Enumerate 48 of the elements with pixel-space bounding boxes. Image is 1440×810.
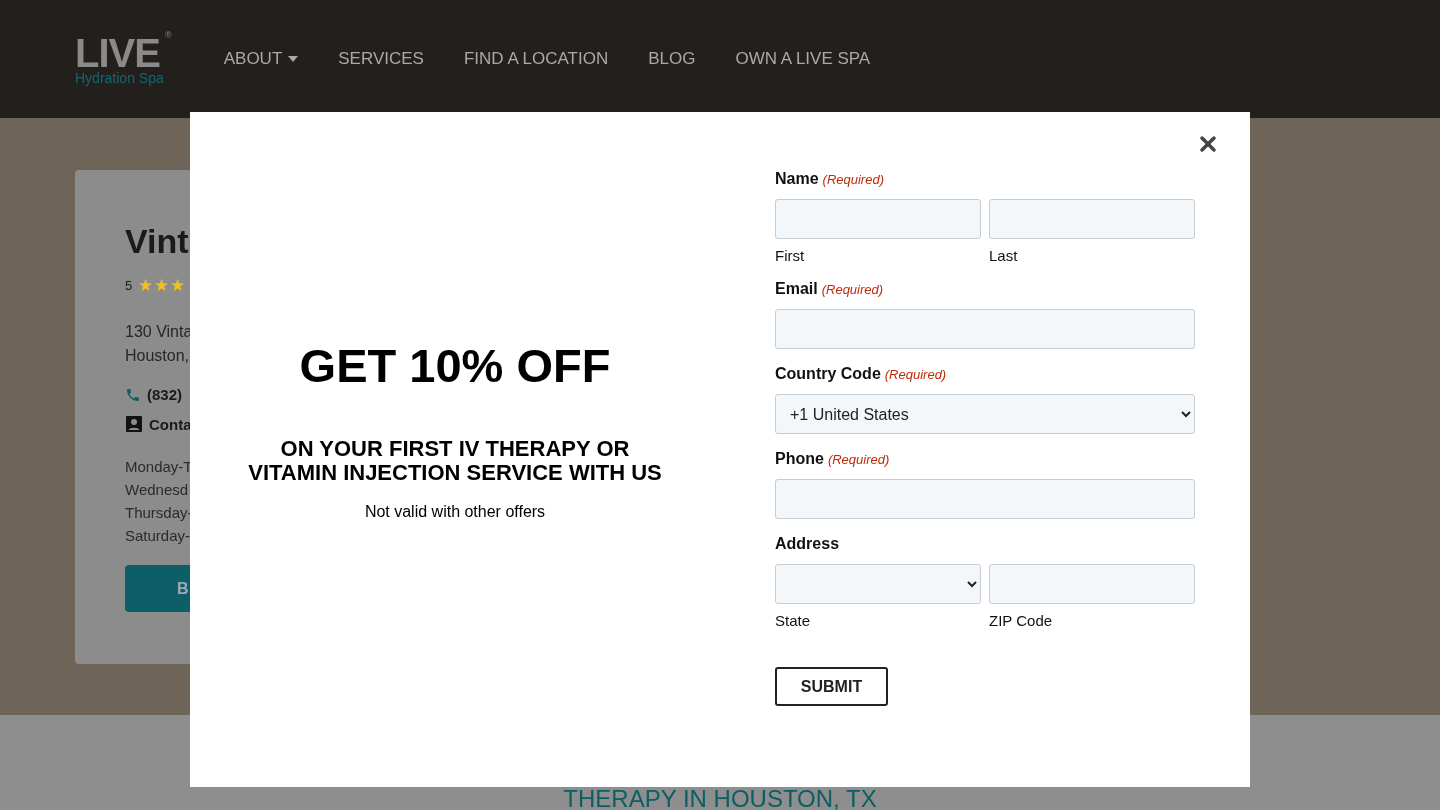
caret-icon [288,56,299,62]
registered-mark: ® [165,31,172,40]
nav-link[interactable]: SERVICES [338,49,424,69]
input-field[interactable] [775,309,1195,349]
field-label: Name [775,170,819,188]
required-note: (Required) [822,172,884,187]
logo-tagline: Hydration Spa [75,71,164,85]
field-label: Phone [775,450,824,468]
field-label: Address [775,535,840,553]
select-field[interactable] [775,564,981,604]
nav-link[interactable]: BLOG [648,49,696,69]
input-field[interactable] [775,199,981,239]
nav-link[interactable]: ABOUT [223,49,299,69]
input-field[interactable] [989,564,1195,604]
input-field[interactable] [775,479,1195,519]
contact-link[interactable]: Conta [149,415,192,433]
field-sublabel: First [775,247,806,264]
field-label: Email [775,280,818,298]
hours-line: Saturday- [125,526,191,546]
star-icon: ★ [170,275,186,296]
field-sublabel: Last [989,247,1019,264]
field-sublabel: State [775,612,812,629]
contact-card-icon [125,415,143,433]
rating-value: 5 [125,278,133,293]
field-sublabel: ZIP Code [989,612,1054,629]
submit-button[interactable]: SUBMIT [775,667,888,706]
required-note: (Required) [827,452,890,467]
hours-line: Monday-T [125,457,193,477]
phone-icon [125,386,141,403]
required-note: (Required) [884,367,947,382]
location-title: Vint [125,222,190,261]
offer-subheading: ON YOUR FIRST IV THERAPY OR VITAMIN INJECTION SERVICE WITH US [247,437,663,485]
star-icon: ★ [138,275,154,296]
nav-link[interactable]: FIND A LOCATION [463,49,609,69]
phone-number[interactable]: (832) [147,386,183,403]
input-field[interactable] [989,199,1195,239]
required-note: (Required) [821,282,884,297]
offer-note: Not valid with other offers [364,503,546,521]
nav-link[interactable]: OWN A LIVE SPA [735,49,871,69]
hours-line: Thursday- [125,503,193,523]
field-label: Country Code [775,365,881,383]
logo-wordmark: LIVE [75,33,160,73]
star-icon: ★ [154,275,170,296]
offer-headline: GET 10% OFF [299,338,611,393]
hours-line: Wednesd [125,480,189,500]
select-field[interactable]: +1 United States [775,394,1195,434]
address-line: Houston, [125,346,190,366]
section-heading: THERAPY IN HOUSTON, TX [563,788,877,810]
